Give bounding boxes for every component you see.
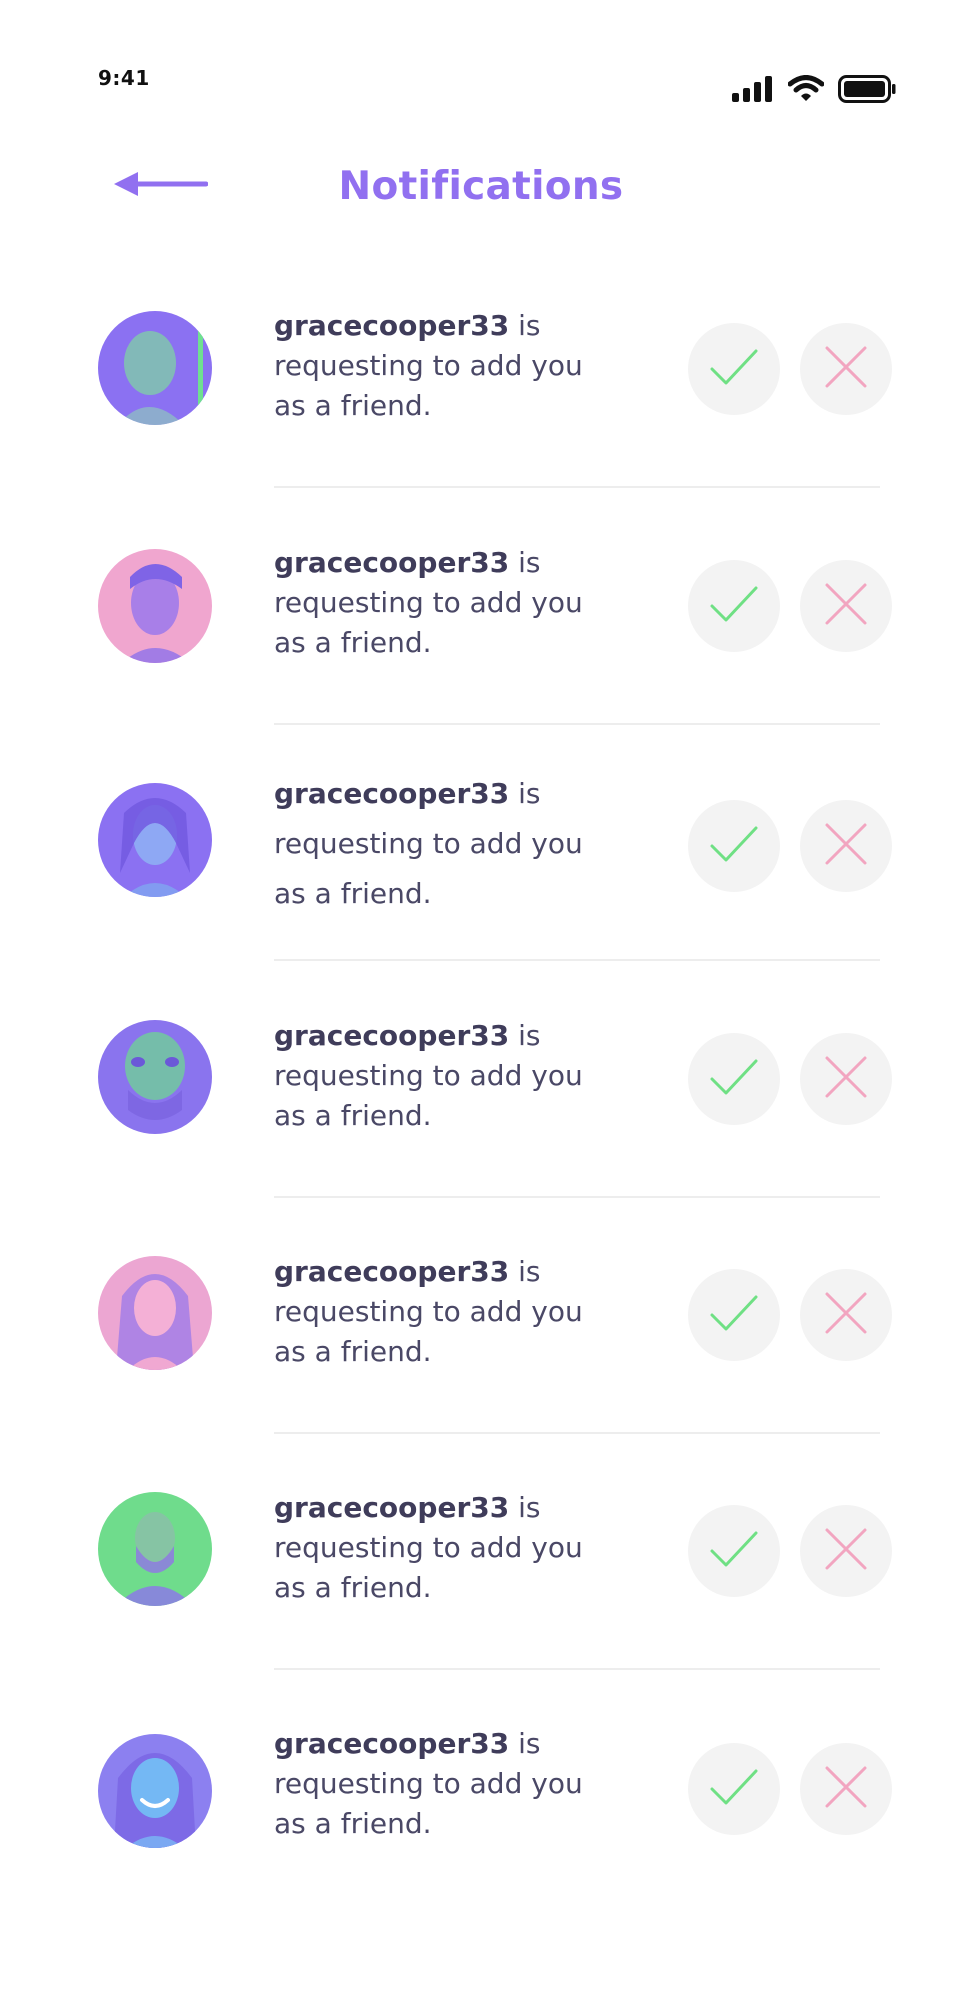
- username[interactable]: gracecooper33: [274, 1019, 509, 1052]
- avatar: [98, 549, 212, 663]
- username[interactable]: gracecooper33: [274, 546, 509, 579]
- page-title: Notifications: [338, 164, 624, 209]
- checkmark-icon: [709, 1529, 759, 1573]
- avatar: [98, 1734, 212, 1848]
- notification-message: gracecooper33 is requesting to add you a…: [274, 1016, 604, 1136]
- avatar: [98, 1020, 212, 1134]
- decline-button[interactable]: [800, 1743, 892, 1835]
- notification-item: gracecooper33 is requesting to add you a…: [0, 1432, 962, 1670]
- avatar: [98, 1256, 212, 1370]
- decline-button[interactable]: [800, 800, 892, 892]
- status-icons: [732, 74, 896, 104]
- checkmark-icon: [709, 1057, 759, 1101]
- checkmark-icon: [709, 584, 759, 628]
- accept-button[interactable]: [688, 560, 780, 652]
- accept-button[interactable]: [688, 1505, 780, 1597]
- notification-message: gracecooper33 is requesting to add you a…: [274, 1252, 604, 1372]
- decline-button[interactable]: [800, 1269, 892, 1361]
- decline-button[interactable]: [800, 323, 892, 415]
- x-icon: [824, 582, 868, 630]
- accept-button[interactable]: [688, 1743, 780, 1835]
- cellular-signal-icon: [732, 76, 774, 102]
- battery-icon: [838, 75, 896, 103]
- avatar: [98, 1492, 212, 1606]
- x-icon: [824, 1765, 868, 1813]
- notification-item: gracecooper33 is requesting to add you a…: [0, 250, 962, 488]
- decline-button[interactable]: [800, 1033, 892, 1125]
- wifi-icon: [788, 75, 824, 103]
- avatar: [98, 783, 212, 897]
- username[interactable]: gracecooper33: [274, 1727, 509, 1760]
- decline-button[interactable]: [800, 1505, 892, 1597]
- checkmark-icon: [709, 824, 759, 868]
- username[interactable]: gracecooper33: [274, 309, 509, 342]
- x-icon: [824, 1527, 868, 1575]
- x-icon: [824, 345, 868, 393]
- checkmark-icon: [709, 1767, 759, 1811]
- accept-button[interactable]: [688, 800, 780, 892]
- notification-item: gracecooper33 is requesting to add you a…: [0, 487, 962, 725]
- status-time: 9:41: [98, 66, 150, 90]
- accept-button[interactable]: [688, 1269, 780, 1361]
- notification-message: gracecooper33 is requesting to add you a…: [274, 1488, 604, 1608]
- x-icon: [824, 1291, 868, 1339]
- notification-message: gracecooper33 is requesting to add you a…: [274, 543, 604, 663]
- username[interactable]: gracecooper33: [274, 777, 509, 810]
- x-icon: [824, 822, 868, 870]
- notification-message: gracecooper33 is requesting to add you a…: [274, 1724, 604, 1844]
- accept-button[interactable]: [688, 323, 780, 415]
- notification-item: gracecooper33 is requesting to add you a…: [0, 723, 962, 961]
- username[interactable]: gracecooper33: [274, 1255, 509, 1288]
- checkmark-icon: [709, 347, 759, 391]
- username[interactable]: gracecooper33: [274, 1491, 509, 1524]
- checkmark-icon: [709, 1293, 759, 1337]
- decline-button[interactable]: [800, 560, 892, 652]
- notification-item: gracecooper33 is requesting to add you a…: [0, 960, 962, 1198]
- notification-item: gracecooper33 is requesting to add you a…: [0, 1668, 962, 1904]
- notification-message: gracecooper33 is requesting to add you a…: [274, 769, 604, 919]
- accept-button[interactable]: [688, 1033, 780, 1125]
- avatar: [98, 311, 212, 425]
- notification-message: gracecooper33 is requesting to add you a…: [274, 306, 604, 426]
- notification-item: gracecooper33 is requesting to add you a…: [0, 1196, 962, 1434]
- x-icon: [824, 1055, 868, 1103]
